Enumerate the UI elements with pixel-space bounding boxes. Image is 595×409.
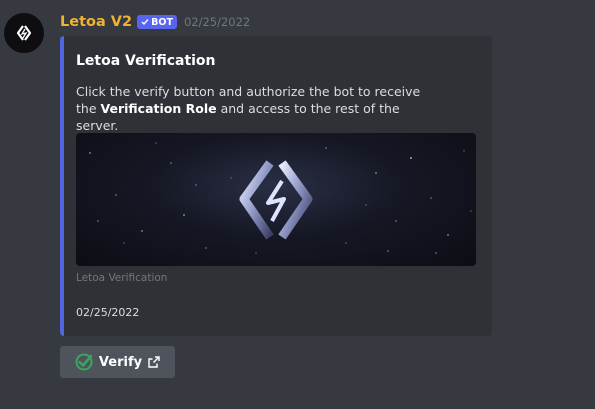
- message-timestamp: 02/25/2022: [183, 15, 251, 29]
- external-link-icon: [148, 356, 160, 368]
- embed-image-caption: Letoa Verification: [76, 272, 168, 284]
- bot-badge-label: BOT: [151, 16, 173, 28]
- username[interactable]: Letoa V2: [60, 14, 132, 30]
- checkmark-icon: [141, 19, 149, 26]
- bot-badge: BOT: [137, 15, 177, 29]
- check-emoji-icon: [75, 353, 93, 371]
- bot-avatar[interactable]: [4, 13, 44, 53]
- verify-button-label: Verify: [98, 354, 143, 370]
- embed-description-bold: Verification Role: [100, 101, 217, 116]
- verify-button[interactable]: Verify: [60, 346, 175, 378]
- embed-description: Click the verify button and authorize th…: [76, 83, 436, 134]
- message-header: Letoa V2 BOT 02/25/2022: [60, 13, 250, 31]
- letoa-logo-icon: [16, 25, 32, 41]
- letoa-logo-icon: [239, 160, 313, 240]
- embed-title: Letoa Verification: [76, 53, 216, 69]
- embed-image[interactable]: [76, 133, 476, 266]
- embed: Letoa Verification Click the verify butt…: [60, 36, 492, 336]
- embed-footer-timestamp: 02/25/2022: [76, 306, 140, 319]
